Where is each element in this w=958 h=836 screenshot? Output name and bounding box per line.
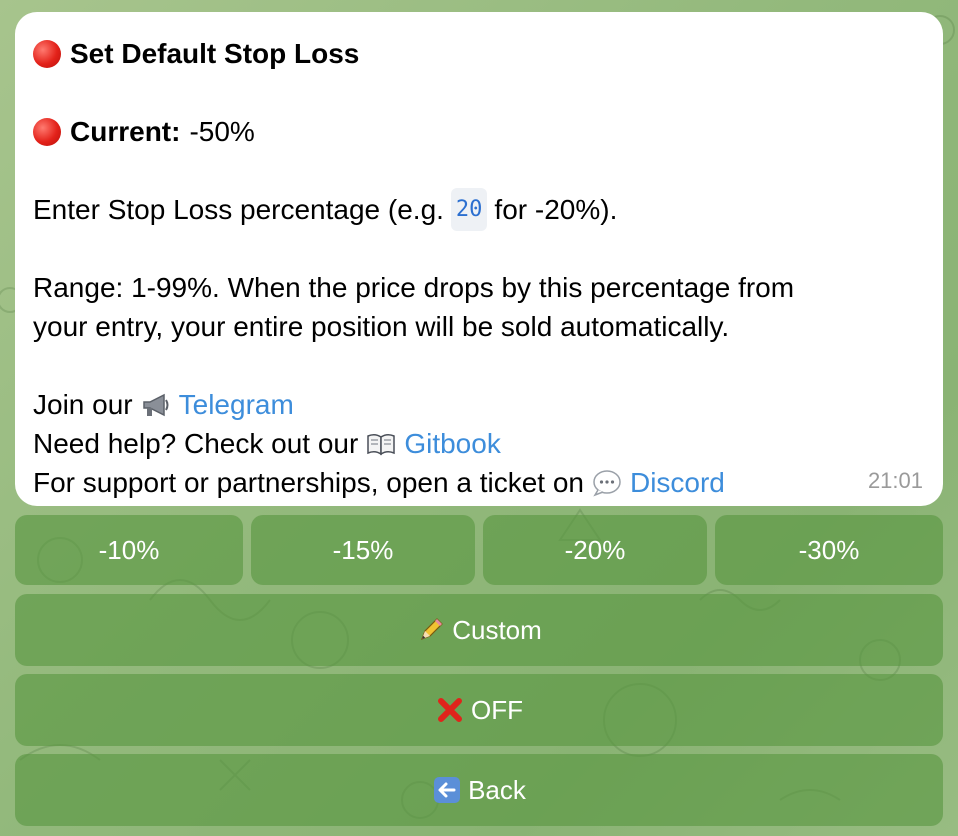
support-text: For support or partnerships, open a tick… (33, 467, 584, 498)
current-line: Current: -50% (33, 112, 925, 151)
range-line-1: Range: 1-99%. When the price drops by th… (33, 268, 925, 307)
message-time: 21:01 (867, 468, 923, 493)
sl-10-button[interactable]: -10% (15, 515, 243, 585)
sl-15-button[interactable]: -15% (251, 515, 475, 585)
current-value: -50% (189, 116, 255, 147)
message-title: Set Default Stop Loss (70, 38, 360, 69)
gitbook-link[interactable]: Gitbook (404, 424, 501, 463)
telegram-link[interactable]: Telegram (179, 385, 294, 424)
range-line-2: your entry, your entire position will be… (33, 307, 925, 346)
custom-label: Custom (452, 614, 542, 645)
speech-bubble-icon (592, 468, 622, 498)
red-circle-icon (33, 39, 61, 68)
sl-15-label: -15% (332, 534, 394, 565)
instruction-line: Enter Stop Loss percentage (e.g. 20 for … (33, 188, 925, 231)
join-line: Join our Telegram (33, 385, 925, 424)
range-text-1: Range: 1-99%. When the price drops by th… (33, 272, 795, 303)
red-circle-icon (33, 117, 61, 146)
help-text: Need help? Check out our (33, 428, 359, 459)
title-line: Set Default Stop Loss (33, 34, 925, 73)
left-arrow-icon (432, 775, 462, 805)
off-label: OFF (471, 694, 523, 725)
cross-mark-icon (435, 695, 465, 725)
megaphone-icon (141, 390, 171, 420)
custom-button[interactable]: Custom (15, 594, 943, 666)
back-button[interactable]: Back (15, 754, 943, 826)
help-line: Need help? Check out our Gitbook (33, 424, 925, 463)
pencil-icon (416, 615, 446, 645)
support-line: For support or partnerships, open a tick… (33, 463, 925, 502)
sl-30-button[interactable]: -30% (715, 515, 943, 585)
range-text-2: your entry, your entire position will be… (33, 311, 730, 342)
off-button[interactable]: OFF (15, 674, 943, 746)
open-book-icon (366, 429, 396, 459)
sl-20-button[interactable]: -20% (483, 515, 707, 585)
sl-10-label: -10% (98, 534, 160, 565)
bot-message-bubble: Set Default Stop Loss Current: -50% Ente… (15, 12, 943, 506)
example-code: 20 (450, 188, 488, 231)
instruction-text: Enter Stop Loss percentage (e.g. (33, 194, 444, 225)
instruction-text-end: for -20%). (494, 194, 618, 225)
current-label: Current: (70, 116, 181, 147)
discord-link[interactable]: Discord (630, 463, 725, 502)
sl-20-label: -20% (564, 534, 626, 565)
back-label: Back (468, 774, 526, 805)
sl-30-label: -30% (798, 534, 860, 565)
join-text: Join our (33, 389, 133, 420)
